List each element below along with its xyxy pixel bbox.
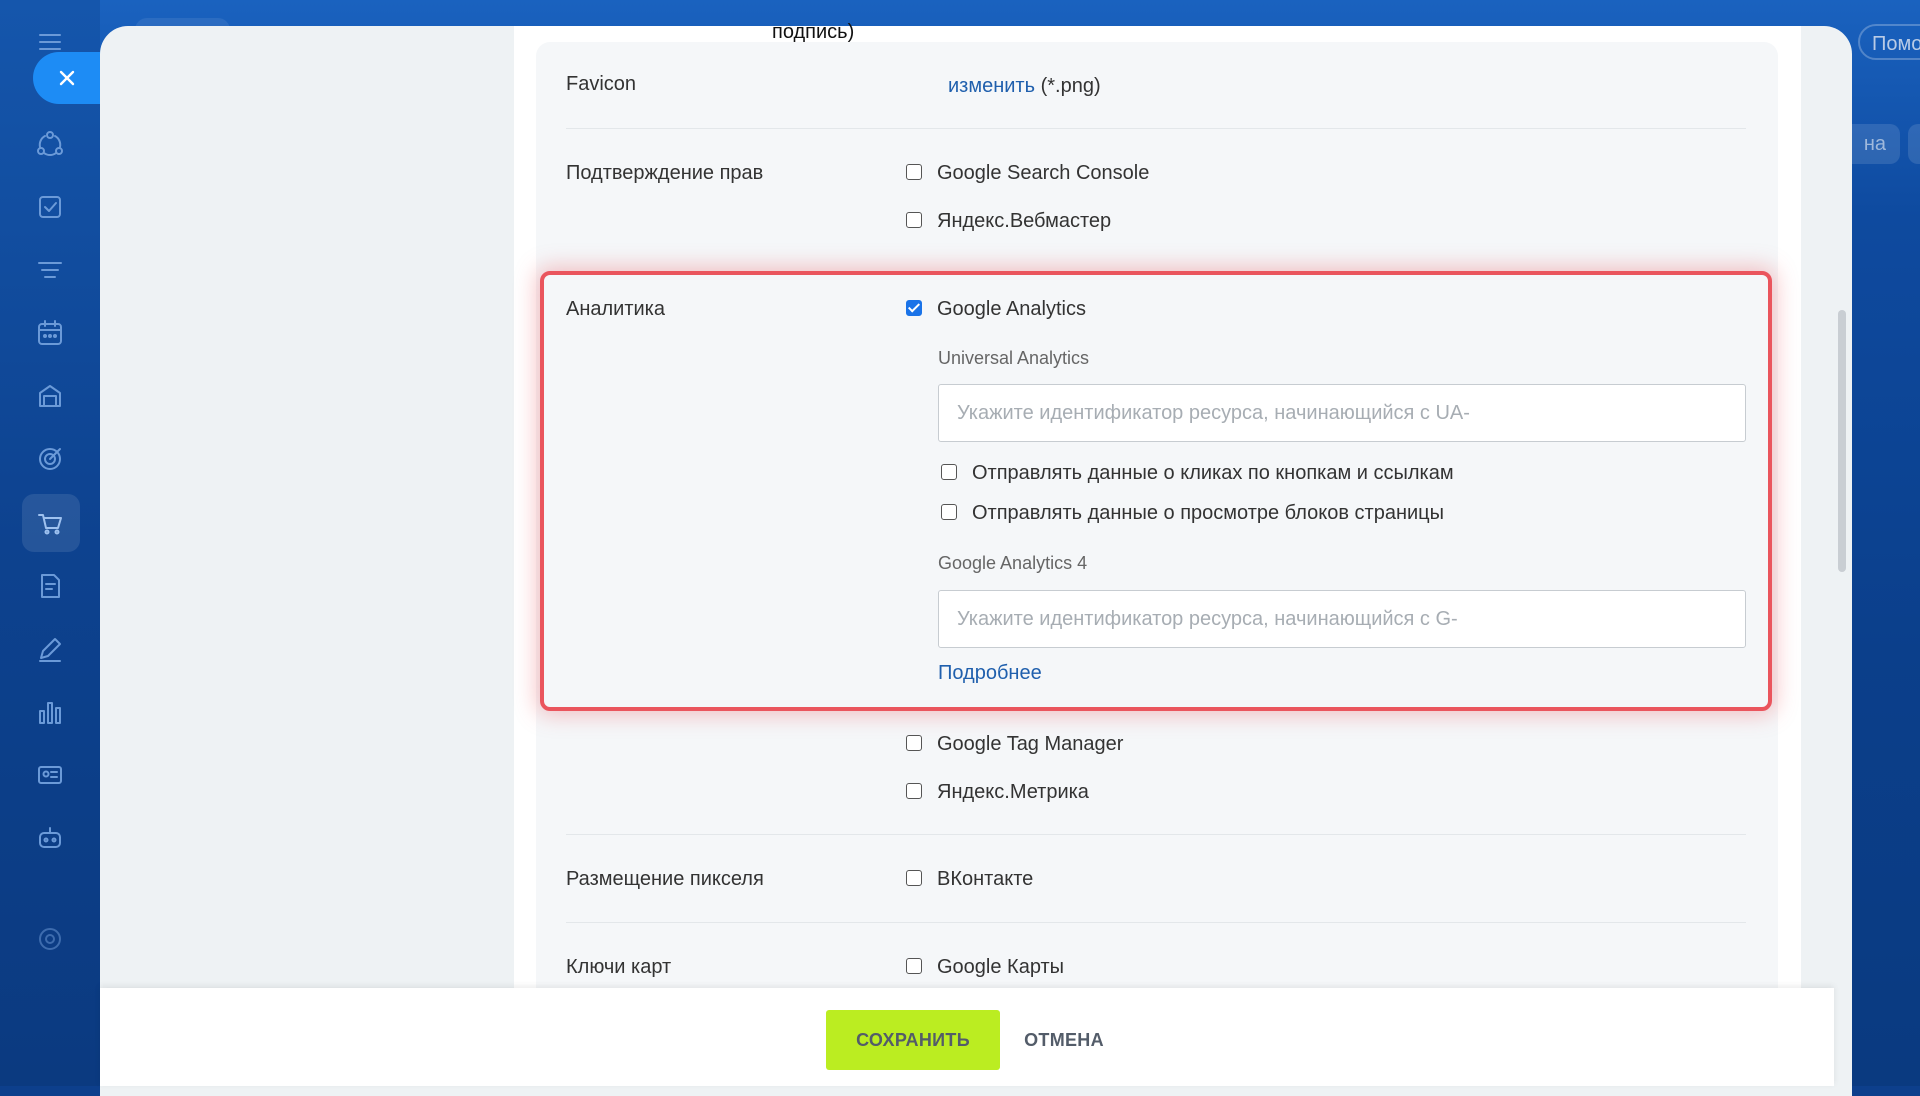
pixel-label: Размещение пикселя xyxy=(566,868,764,890)
google-tag-manager-label[interactable]: Google Tag Manager xyxy=(937,733,1123,756)
google-tag-manager-checkbox[interactable] xyxy=(906,735,922,751)
favicon-label: Favicon xyxy=(566,73,637,95)
google-maps-checkbox[interactable] xyxy=(906,958,922,974)
save-button[interactable]: СОХРАНИТЬ xyxy=(826,1010,1000,1070)
favicon-change-link[interactable]: изменить xyxy=(948,75,1035,97)
cancel-button[interactable]: ОТМЕНА xyxy=(1012,1010,1116,1070)
background-action-button-2[interactable] xyxy=(1908,124,1920,164)
crm-icon[interactable] xyxy=(30,124,70,164)
left-sidebar xyxy=(0,0,100,1086)
vkontakte-checkbox[interactable] xyxy=(906,870,922,886)
target-icon[interactable] xyxy=(30,439,70,479)
cart-icon[interactable] xyxy=(30,503,70,543)
document-edit-icon[interactable] xyxy=(30,566,70,606)
help-button[interactable]: Помо xyxy=(1858,24,1920,60)
chart-icon[interactable] xyxy=(30,692,70,732)
truncated-text: подпись) xyxy=(772,21,855,43)
funnel-icon[interactable] xyxy=(30,250,70,290)
close-icon xyxy=(59,70,75,86)
map-keys-label: Ключи карт xyxy=(566,956,672,978)
contact-card-icon[interactable] xyxy=(30,755,70,795)
yandex-metrika-label[interactable]: Яндекс.Метрика xyxy=(937,781,1089,804)
analytics-highlight-frame xyxy=(540,271,1772,711)
pen-icon[interactable] xyxy=(30,629,70,669)
verification-label: Подтверждение прав xyxy=(566,162,764,184)
row-divider xyxy=(566,128,1746,129)
yandex-webmaster-label[interactable]: Яндекс.Вебмастер xyxy=(937,210,1111,233)
row-divider xyxy=(566,834,1746,835)
settings-gear-icon[interactable] xyxy=(30,919,70,959)
tasks-icon[interactable] xyxy=(30,187,70,227)
robot-icon[interactable] xyxy=(30,818,70,858)
store-icon[interactable] xyxy=(30,376,70,416)
close-panel-button[interactable] xyxy=(33,52,103,104)
yandex-metrika-checkbox[interactable] xyxy=(906,783,922,799)
favicon-control: изменить (*.png) xyxy=(948,75,1101,98)
google-search-console-label[interactable]: Google Search Console xyxy=(937,162,1149,185)
google-search-console-checkbox[interactable] xyxy=(906,164,922,180)
favicon-hint: (*.png) xyxy=(1040,75,1101,97)
google-maps-label[interactable]: Google Карты xyxy=(937,956,1064,979)
calendar-icon[interactable] xyxy=(30,313,70,353)
panel-scrollbar[interactable] xyxy=(1838,310,1846,572)
vkontakte-label[interactable]: ВКонтакте xyxy=(937,868,1033,891)
yandex-webmaster-checkbox[interactable] xyxy=(906,212,922,228)
row-divider xyxy=(566,922,1746,923)
